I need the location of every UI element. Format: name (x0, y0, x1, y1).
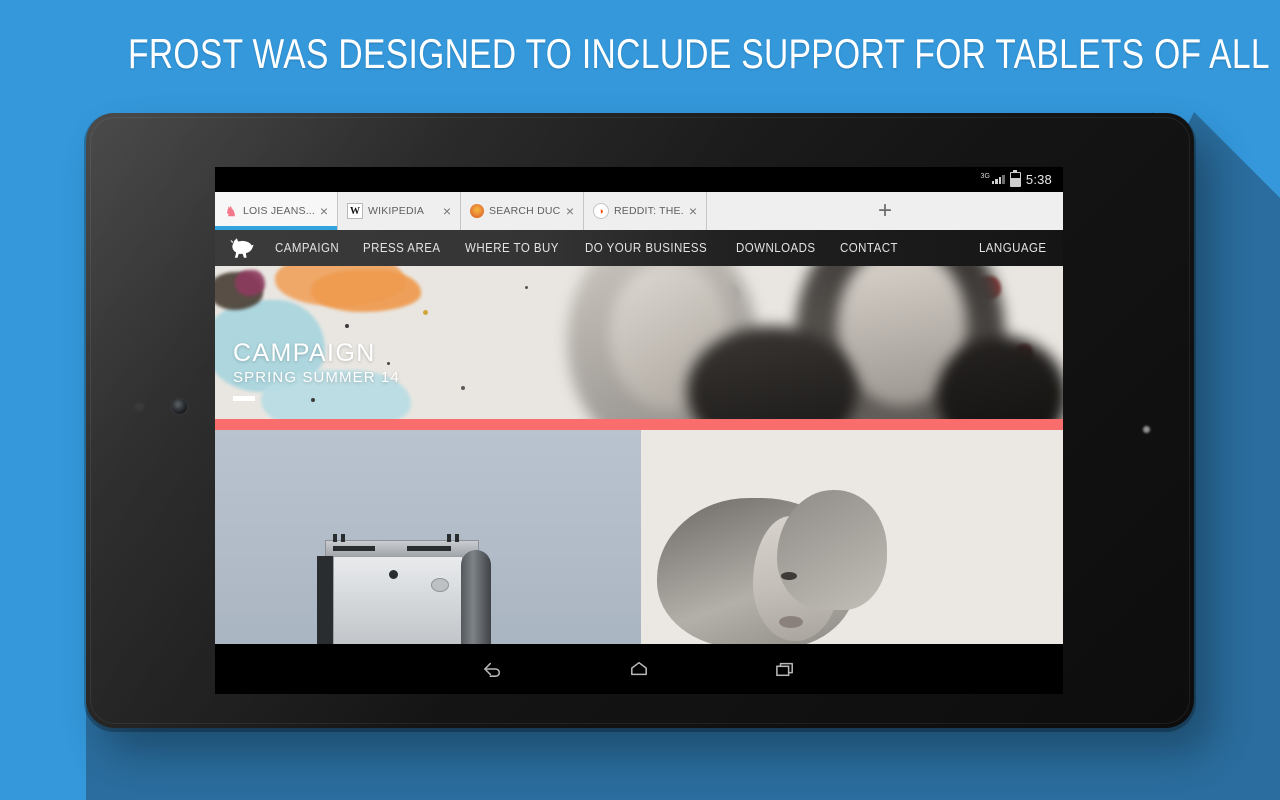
hero-text-block: CAMPAIGN SPRING SUMMER 14 (233, 341, 400, 401)
site-nav-items[interactable]: CAMPAIGN PRESS AREA WHERE TO BUY DO YOUR… (275, 241, 976, 255)
close-icon[interactable]: × (561, 204, 579, 218)
browser-tab-lois-jeans[interactable]: ♞ LOIS JEANS.... × (215, 192, 338, 230)
content-panels (215, 430, 1063, 644)
browser-tab-wikipedia[interactable]: W WIKIPEDIA × (338, 192, 461, 230)
front-camera-icon (172, 399, 187, 414)
panel-model-portrait[interactable] (640, 430, 1063, 644)
android-status-bar: 3G 5:38 (215, 167, 1063, 192)
network-type-label: 3G (980, 173, 990, 180)
site-navigation-bar[interactable]: CAMPAIGN PRESS AREA WHERE TO BUY DO YOUR… (215, 230, 1063, 266)
nav-item-downloads[interactable]: DOWNLOADS (736, 241, 816, 255)
status-clock: 5:38 (1025, 172, 1052, 187)
vintage-camera-photo (311, 534, 511, 644)
tab-title: WIKIPEDIA (368, 205, 425, 217)
nav-item-where-to-buy[interactable]: WHERE TO BUY (465, 241, 559, 255)
signal-bars-icon: 3G (980, 173, 1005, 184)
tablet-device: 3G 5:38 ♞ LOIS JEANS.... × W WIKIPEDIA × (86, 113, 1194, 728)
notification-led-icon (1143, 426, 1150, 433)
hero-subtitle: SPRING SUMMER 14 (233, 369, 400, 386)
hero-banner: CAMPAIGN SPRING SUMMER 14 (215, 266, 1063, 419)
wikipedia-favicon: W (347, 203, 363, 219)
section-divider (215, 419, 1063, 430)
close-icon[interactable]: × (315, 204, 333, 218)
android-navigation-bar[interactable] (215, 644, 1063, 694)
reddit-favicon: ◑ (593, 203, 609, 219)
nav-item-press-area[interactable]: PRESS AREA (363, 241, 440, 255)
promo-screenshot: FROST WAS DESIGNED TO INCLUDE SUPPORT FO… (0, 0, 1280, 800)
tablet-screen: 3G 5:38 ♞ LOIS JEANS.... × W WIKIPEDIA × (215, 167, 1063, 694)
panel-camera-product[interactable] (215, 430, 641, 644)
model-portrait-photo (656, 476, 917, 644)
hero-model-photo (537, 266, 1063, 419)
back-button[interactable] (476, 654, 510, 684)
promo-headline: FROST WAS DESIGNED TO INCLUDE SUPPORT FO… (128, 30, 1280, 77)
browser-tab-duckduckgo[interactable]: SEARCH DUC... × (461, 192, 584, 230)
nav-item-language[interactable]: LANGUAGE (978, 241, 1046, 255)
battery-icon (1009, 172, 1021, 187)
browser-tab-strip[interactable]: ♞ LOIS JEANS.... × W WIKIPEDIA × SEARCH … (215, 192, 1063, 230)
new-tab-button[interactable]: + (707, 192, 1063, 230)
tab-title: SEARCH DUC... (489, 205, 561, 217)
ambient-sensor-icon (134, 403, 145, 411)
close-icon[interactable]: × (684, 204, 702, 218)
home-button[interactable] (622, 654, 656, 684)
horse-favicon: ♞ (225, 203, 237, 219)
nav-item-campaign[interactable]: CAMPAIGN (275, 241, 339, 255)
hero-title: CAMPAIGN (233, 339, 376, 367)
nav-item-contact[interactable]: CONTACT (840, 241, 898, 255)
signal-bars-glyph (991, 175, 1005, 184)
hero-underline-rule (233, 396, 255, 401)
tab-title: REDDIT: THE... (614, 205, 684, 217)
duckduckgo-favicon (470, 204, 484, 218)
bull-logo[interactable] (229, 237, 255, 259)
close-icon[interactable]: × (438, 204, 456, 218)
recents-button[interactable] (768, 654, 802, 684)
tab-title: LOIS JEANS.... (243, 205, 315, 217)
browser-tab-reddit[interactable]: ◑ REDDIT: THE... × (584, 192, 707, 230)
nav-item-do-your-business[interactable]: DO YOUR BUSINESS (585, 241, 707, 255)
plus-icon: + (877, 197, 892, 224)
